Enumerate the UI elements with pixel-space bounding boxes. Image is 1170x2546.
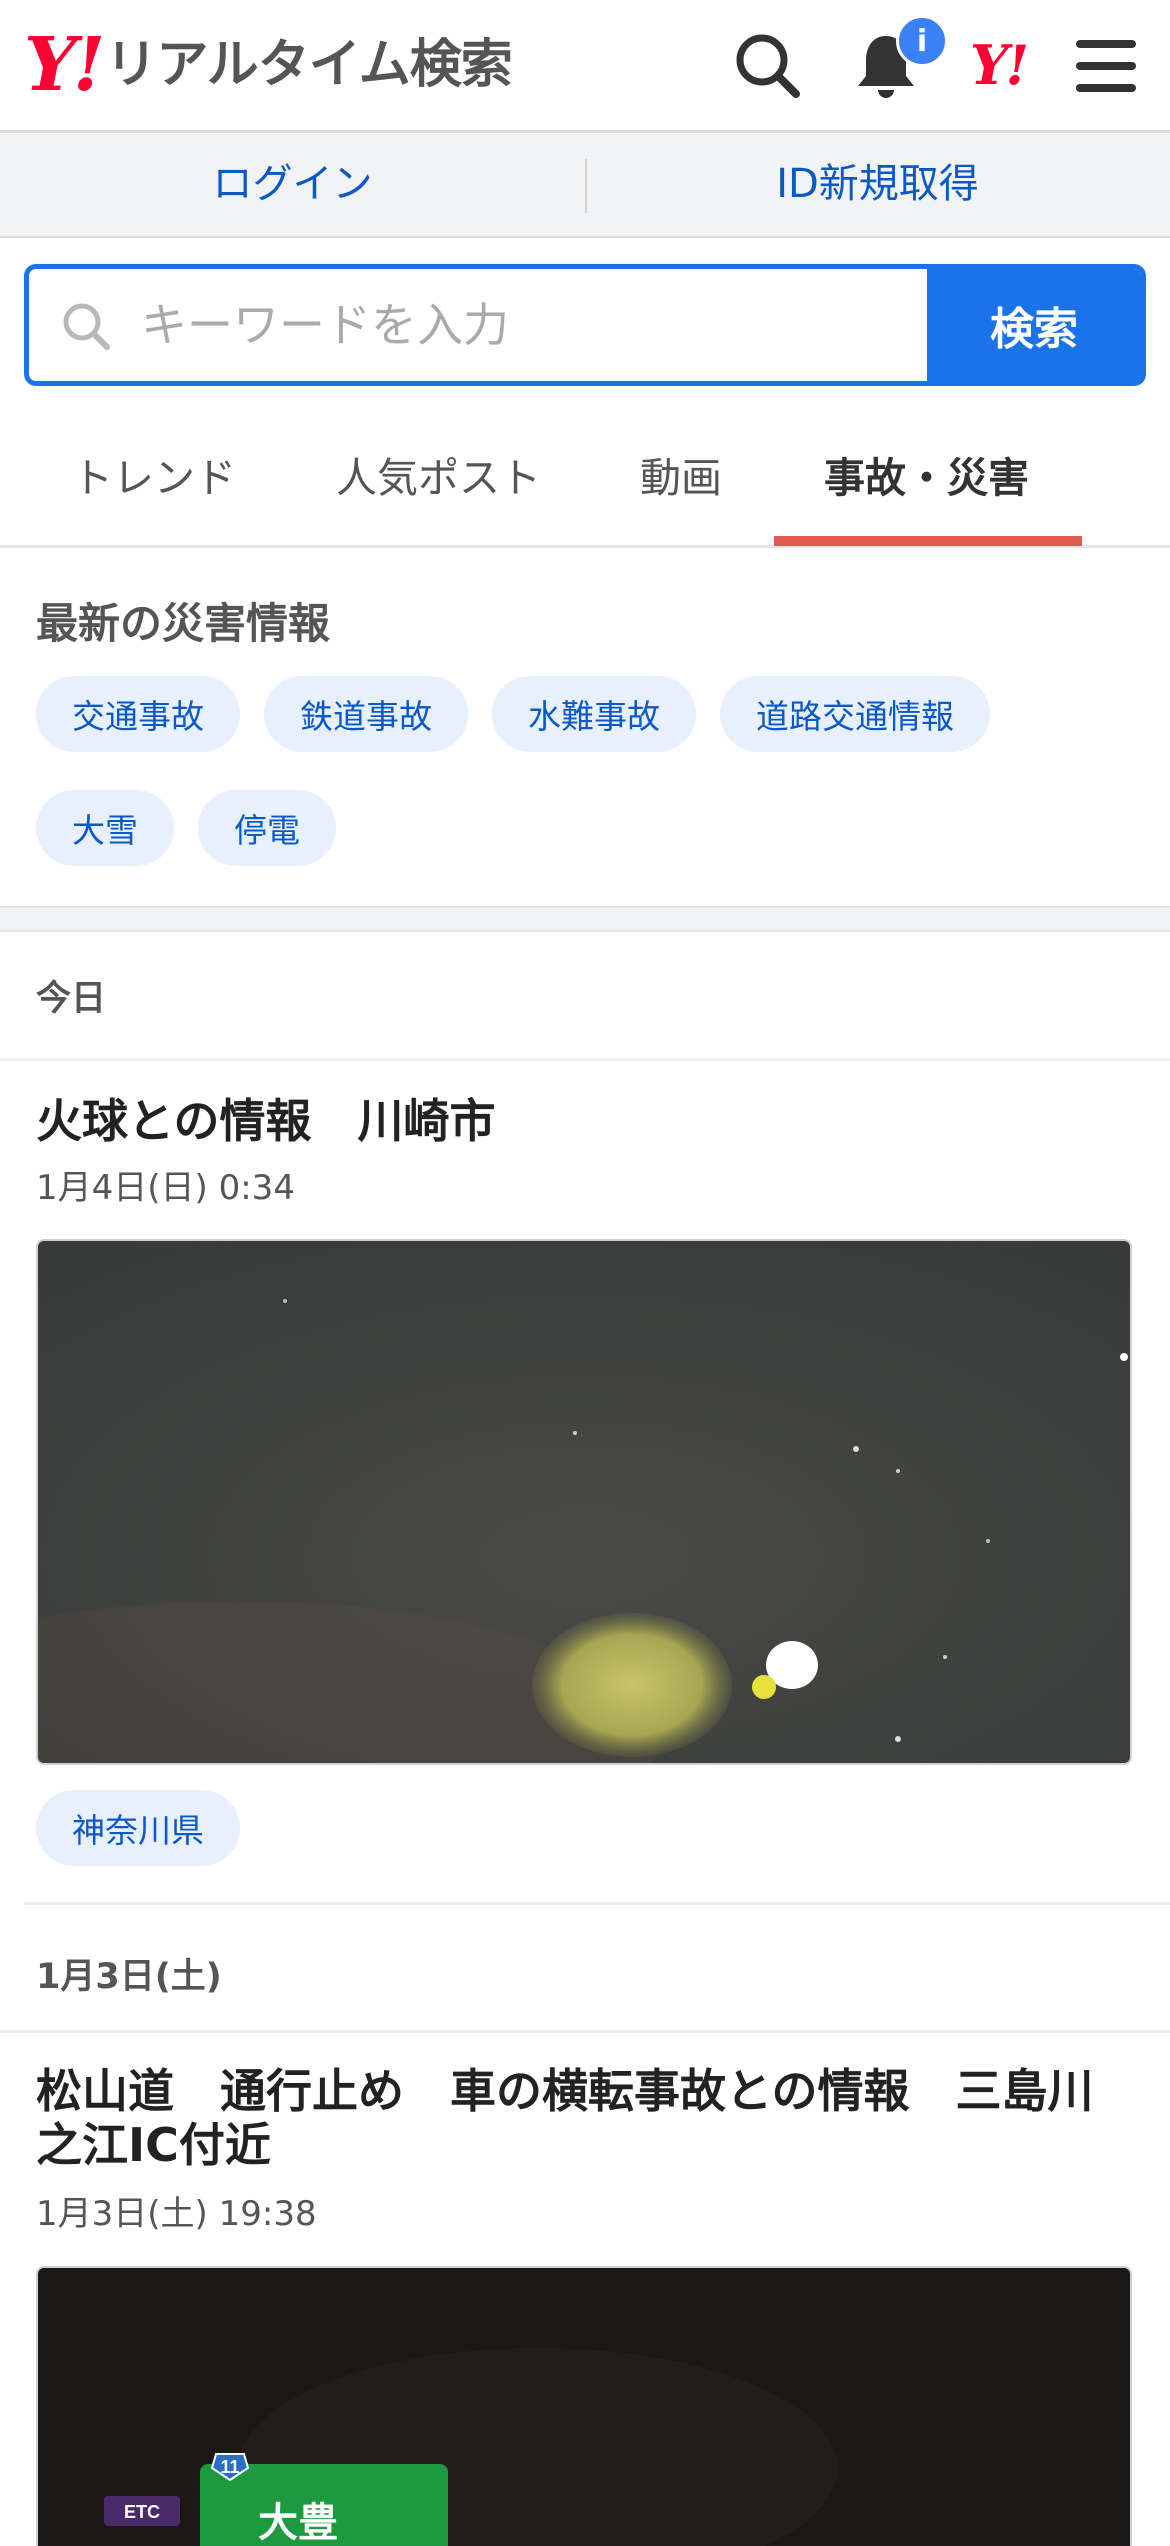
search-input[interactable] xyxy=(139,269,939,381)
search-field xyxy=(29,269,939,381)
chip-road-traffic-info[interactable]: 道路交通情報 xyxy=(720,676,990,752)
login-link[interactable]: ログイン xyxy=(0,132,585,237)
date-heading: 1月3日(土) xyxy=(36,1957,222,1997)
account-bar: ログイン ID新規取得 xyxy=(0,133,1170,238)
category-tabs: トレンド 人気ポスト 動画 事故・災害 xyxy=(0,408,1170,548)
disaster-section-title: 最新の災害情報 xyxy=(36,599,331,648)
divider xyxy=(24,1902,1170,1905)
post-time: 1月3日(土) 19:38 xyxy=(36,2194,317,2234)
search-form: 検索 xyxy=(24,264,1146,386)
logo-mark: Y! xyxy=(24,22,105,108)
tab-video[interactable]: 動画 xyxy=(640,444,722,504)
app-header: Y! リアルタイム検索 i Y! xyxy=(0,0,1170,133)
post-title[interactable]: 松山道 通行止め 車の横転事故との情報 三島川之江IC付近 xyxy=(36,2064,1136,2172)
logo-text: リアルタイム検索 xyxy=(105,35,512,95)
yahoo-realtime-logo[interactable]: Y! リアルタイム検索 xyxy=(24,22,513,108)
fireball-image xyxy=(38,1241,1130,1763)
active-tab-indicator xyxy=(774,536,1082,546)
signup-link[interactable]: ID新規取得 xyxy=(585,132,1170,237)
chip-water-accident[interactable]: 水難事故 xyxy=(492,676,696,752)
tab-accident-disaster[interactable]: 事故・災害 xyxy=(824,444,1029,504)
tab-trend[interactable]: トレンド xyxy=(72,444,236,504)
tag-chip[interactable]: 神奈川県 xyxy=(36,1790,240,1866)
chip-power-outage[interactable]: 停電 xyxy=(198,790,336,866)
tab-popular-posts[interactable]: 人気ポスト xyxy=(336,444,541,504)
highway-night-image: 11 大豊 ETC xyxy=(38,2268,1130,2546)
post-video-thumbnail[interactable] xyxy=(36,1239,1132,1765)
search-field-icon xyxy=(63,303,110,350)
post-video-thumbnail[interactable]: 11 大豊 ETC xyxy=(36,2266,1132,2546)
etc-sign: ETC xyxy=(124,2502,160,2522)
hamburger-menu-icon[interactable] xyxy=(1068,26,1148,106)
post-time: 1月4日(日) 0:34 xyxy=(36,1168,295,1208)
notification-badge: i xyxy=(896,15,948,67)
sign-text: 大豊 xyxy=(258,2500,338,2546)
section-separator xyxy=(0,906,1170,932)
divider xyxy=(585,159,587,213)
divider xyxy=(0,2030,1170,2033)
search-icon[interactable] xyxy=(728,26,808,106)
chip-railway-accident[interactable]: 鉄道事故 xyxy=(264,676,468,752)
divider xyxy=(0,1058,1170,1061)
route-number: 11 xyxy=(220,2457,239,2477)
chip-heavy-snow[interactable]: 大雪 xyxy=(36,790,174,866)
post-title[interactable]: 火球との情報 川崎市 xyxy=(36,1094,1136,1148)
chip-traffic-accident[interactable]: 交通事故 xyxy=(36,676,240,752)
date-heading-today: 今日 xyxy=(36,979,107,1019)
yahoo-japan-icon[interactable]: Y! xyxy=(970,30,1029,100)
search-button[interactable]: 検索 xyxy=(927,269,1141,381)
